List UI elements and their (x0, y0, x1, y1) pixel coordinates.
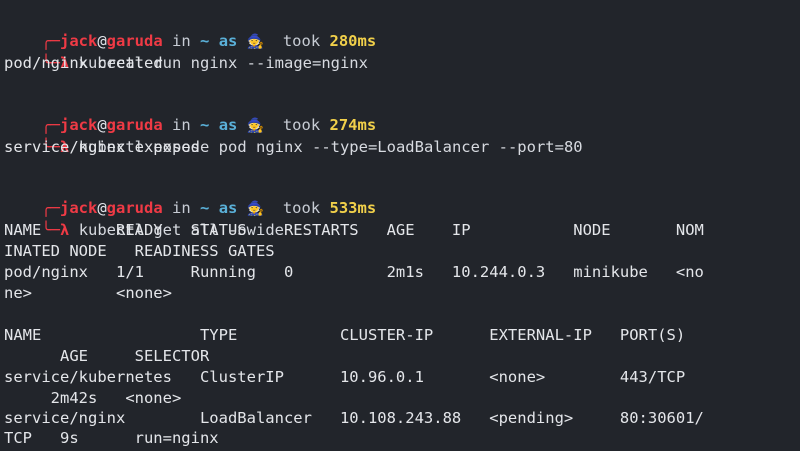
command-line: ╰─λ kubectl expose pod nginx --type=Load… (4, 116, 582, 156)
output-line: service/kubernetes ClusterIP 10.96.0.1 <… (4, 368, 686, 386)
command-line: ╰─λ kubectl get all -owide (4, 199, 284, 239)
prompt-duration: 533ms (329, 199, 377, 217)
terminal-window[interactable]: ╭─jack@garuda in ~ as 🧙 took 280ms ╰─λ k… (0, 0, 800, 451)
output-line: service/nginx LoadBalancer 10.108.243.88… (4, 409, 704, 427)
output-line: pod/nginx created (4, 54, 163, 72)
output-line: service/nginx exposed (4, 138, 200, 156)
prompt-line: ╭─jack@garuda in ~ as 🧙 took 280ms (4, 10, 376, 50)
output-line: TCP 9s run=nginx (4, 429, 219, 447)
output-line: pod/nginx 1/1 Running 0 2m1s 10.244.0.3 … (4, 263, 704, 281)
output-line: AGE SELECTOR (4, 347, 210, 365)
output-line: ne> <none> (4, 284, 172, 302)
prompt-line: ╭─jack@garuda in ~ as 🧙 took 533ms (4, 177, 376, 217)
output-line: 2m42s <none> (4, 389, 182, 407)
command-line: ╰─λ kubectl run nginx --image=nginx (4, 32, 368, 72)
prompt-took: took (282, 199, 321, 217)
output-line: INATED NODE READINESS GATES (4, 242, 275, 260)
output-line: NAME READY STATUS RESTARTS AGE IP NODE N… (4, 221, 704, 239)
output-line: NAME TYPE CLUSTER-IP EXTERNAL-IP PORT(S) (4, 326, 686, 344)
prompt-line: ╭─jack@garuda in ~ as 🧙 took 274ms (4, 94, 376, 134)
